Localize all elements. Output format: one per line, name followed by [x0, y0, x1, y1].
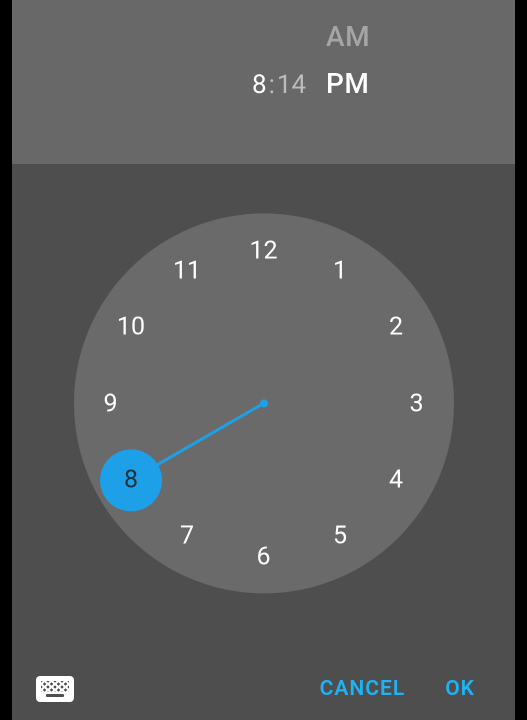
clock-hour-12[interactable]: 12 [244, 230, 284, 270]
time-colon: : [269, 70, 275, 100]
time-display: 8 : 14 [252, 70, 306, 100]
clock-hour-3[interactable]: 3 [397, 383, 437, 423]
clock-hour-10[interactable]: 10 [111, 307, 151, 347]
clock-hour-8[interactable]: 8 [111, 460, 151, 500]
hour-value[interactable]: 8 [252, 70, 267, 100]
time-picker-header: AM PM 8 : 14 [12, 0, 515, 164]
clock-hour-4[interactable]: 4 [376, 460, 416, 500]
clock-center-dot [260, 399, 268, 407]
cancel-button[interactable]: CANCEL [300, 667, 426, 711]
pm-option[interactable]: PM [326, 67, 370, 100]
clock-face[interactable]: 12 12 3 45678 9 10 11 [74, 213, 454, 593]
clock-area: 12 12 3 45678 9 10 11 [12, 164, 515, 658]
am-pm-toggle: AM PM [326, 20, 370, 114]
am-option[interactable]: AM [326, 20, 370, 53]
dialog-footer: CANCEL OK [12, 658, 515, 720]
clock-hour-11[interactable]: 11 [167, 251, 207, 291]
clock-hour-2[interactable]: 2 [376, 307, 416, 347]
time-picker-dialog: AM PM 8 : 14 121234567891011 CANCEL OK [12, 0, 515, 720]
clock-hour-7[interactable]: 7 [167, 516, 207, 556]
ok-button[interactable]: OK [425, 667, 495, 711]
keyboard-input-icon[interactable] [36, 676, 74, 702]
minute-value[interactable]: 14 [277, 70, 306, 100]
clock-hour-5[interactable]: 5 [320, 516, 360, 556]
clock-hour-9[interactable]: 9 [91, 383, 131, 423]
clock-hour-6[interactable]: 6 [244, 536, 284, 576]
clock-hour-1[interactable]: 1 [320, 251, 360, 291]
